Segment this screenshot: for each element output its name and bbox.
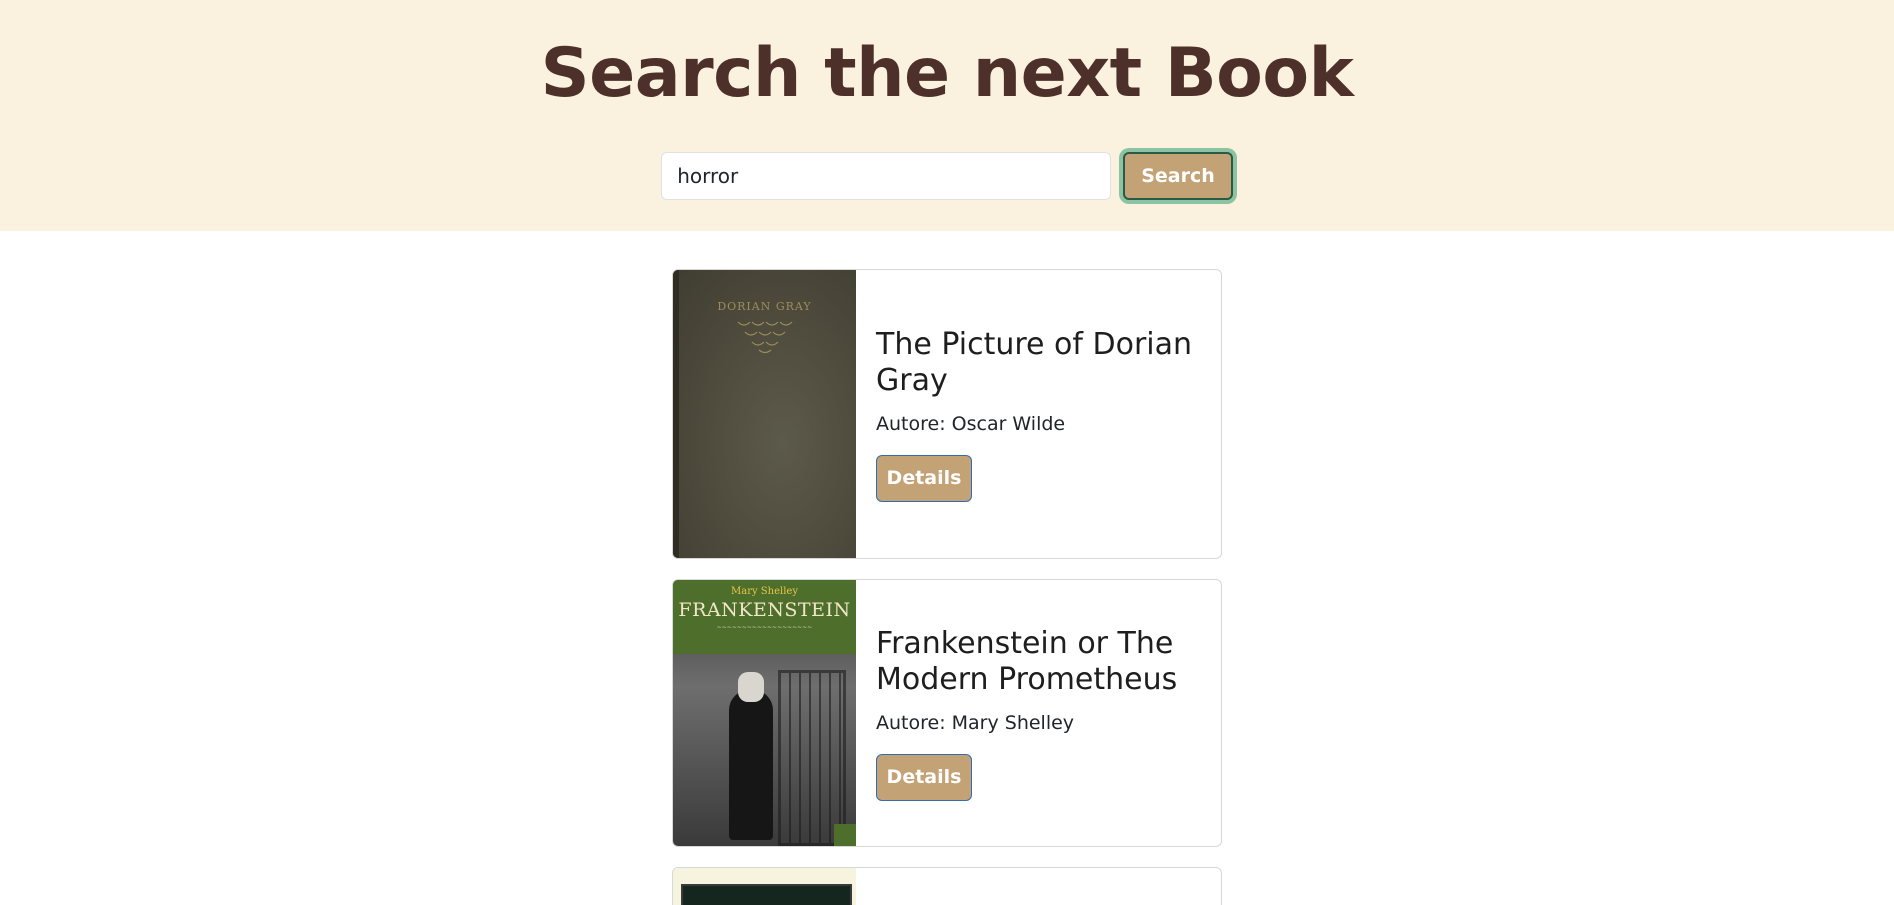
page-title: Search the next Book	[540, 34, 1354, 113]
cover-head-shape	[737, 672, 764, 702]
cover-gate-shape	[778, 670, 846, 846]
ornament-icon	[737, 321, 792, 354]
cover-banner: Mary Shelley FRANKENSTEIN ~~~~~~~~~~~~~~…	[673, 580, 856, 654]
search-form: Search	[0, 152, 1894, 200]
card-body: The Picture of Dorian Gray Autore: Oscar…	[856, 270, 1221, 558]
book-author: Autore: Mary Shelley	[876, 711, 1075, 734]
cover-corner-shape	[834, 824, 856, 846]
cover-subtitle-line: ~~~~~~~~~~~~~~~~~~~	[716, 624, 813, 631]
cover-figure-shape	[728, 690, 773, 840]
cover-title-text: DORIAN GRAY	[717, 300, 812, 313]
book-cover-image[interactable]: Mary Shelley FRANKENSTEIN ~~~~~~~~~~~~~~…	[673, 580, 856, 846]
book-title: The Picture of Dorian Gray	[876, 326, 1193, 398]
book-card	[672, 867, 1222, 905]
search-button[interactable]: Search	[1123, 152, 1233, 200]
cover-spine	[673, 270, 679, 558]
book-author: Autore: Oscar Wilde	[876, 412, 1066, 435]
details-button[interactable]: Details	[876, 454, 972, 502]
book-cover-image[interactable]	[673, 868, 856, 905]
card-body: Frankenstein or The Modern Prometheus Au…	[856, 580, 1221, 846]
cover-title-text: FRANKENSTEIN	[678, 599, 851, 621]
cover-author-text: Mary Shelley	[731, 586, 798, 597]
search-input[interactable]	[661, 152, 1112, 200]
details-button[interactable]: Details	[876, 753, 972, 801]
book-title: Frankenstein or The Modern Prometheus	[876, 625, 1178, 697]
book-cover-image[interactable]: DORIAN GRAY	[673, 270, 856, 558]
page-header: Search the next Book Search	[0, 0, 1894, 231]
book-card: Mary Shelley FRANKENSTEIN ~~~~~~~~~~~~~~…	[672, 579, 1222, 847]
cover-dark-shape	[681, 884, 852, 905]
book-card: DORIAN GRAY The Picture of Dorian Gray A…	[672, 269, 1222, 559]
